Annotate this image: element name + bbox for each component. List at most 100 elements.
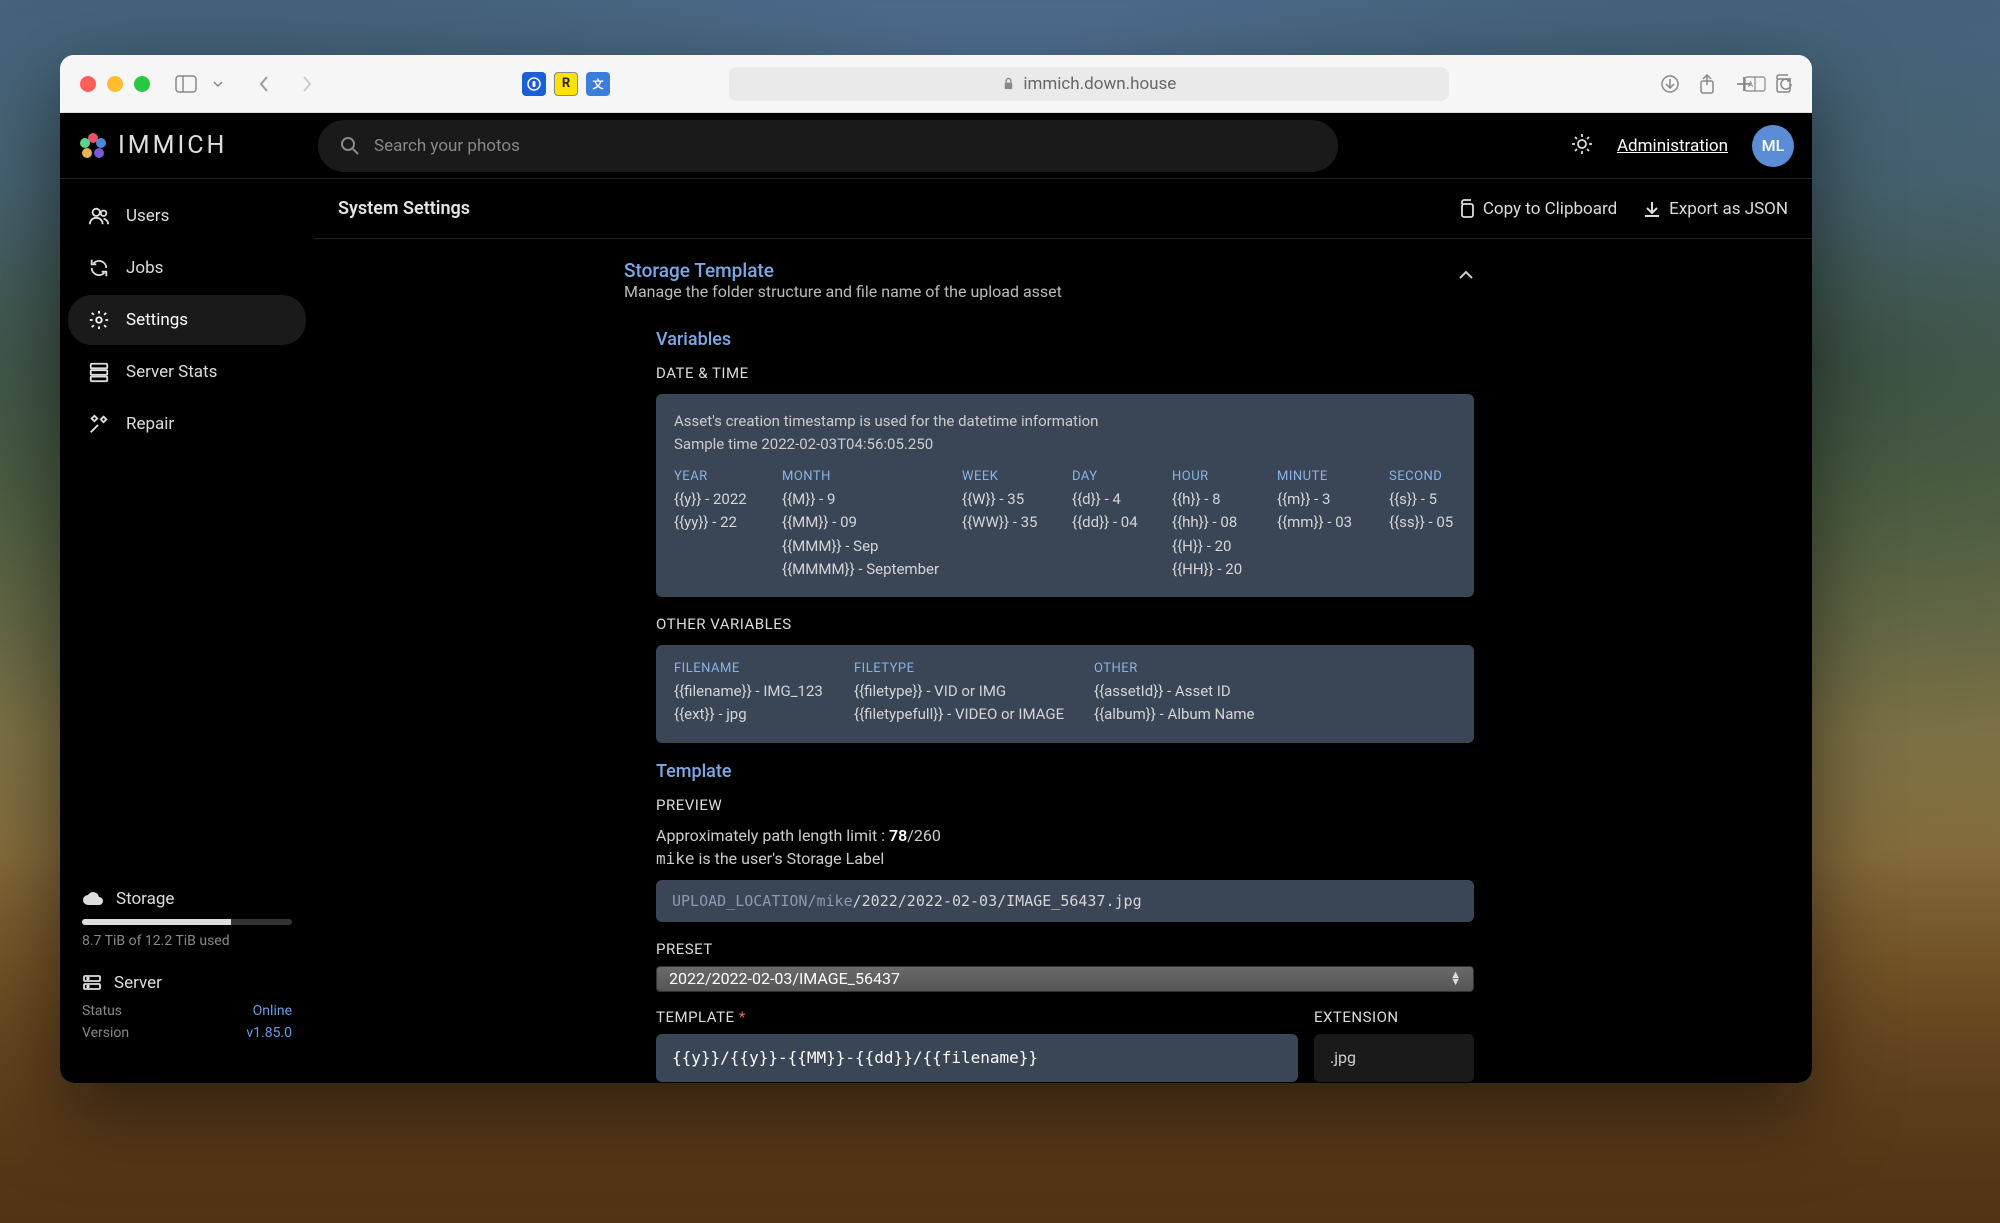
variable-example: {{filetype}} - VID or IMG	[854, 680, 1094, 703]
extension-label: EXTENSION	[1314, 1008, 1474, 1026]
variable-example: {{H}} - 20	[1172, 535, 1277, 558]
variable-column-header: OTHER	[1094, 661, 1314, 676]
date-time-variables-grid: YEAR{{y}} - 2022{{yy}} - 22MONTH{{M}} - …	[674, 469, 1456, 581]
browser-window: R 文 immich.down.house A	[60, 55, 1812, 1083]
storage-usage-text: 8.7 TiB of 12.2 TiB used	[82, 933, 292, 949]
svg-text:A: A	[1748, 80, 1754, 89]
export-json-button[interactable]: Export as JSON	[1643, 199, 1788, 219]
downloads-icon[interactable]	[1660, 74, 1680, 94]
extension-translate-icon[interactable]: 文	[586, 72, 610, 96]
storage-progress-fill	[82, 919, 231, 925]
variable-column-header: HOUR	[1172, 469, 1277, 484]
server-footer-icon	[82, 974, 102, 992]
app-logo[interactable]: IMMICH	[78, 131, 318, 161]
sidebar-item-server-stats[interactable]: Server Stats	[68, 347, 306, 397]
server-icon	[88, 361, 110, 383]
minimize-window-button[interactable]	[107, 76, 123, 92]
sidebar-item-settings[interactable]: Settings	[68, 295, 306, 345]
variable-column-header: FILENAME	[674, 661, 854, 676]
variable-column-header: SECOND	[1389, 469, 1479, 484]
page-title: System Settings	[338, 198, 470, 219]
variable-column-header: YEAR	[674, 469, 782, 484]
template-field-label: TEMPLATE *	[656, 1008, 1298, 1026]
copy-clipboard-button[interactable]: Copy to Clipboard	[1457, 199, 1617, 219]
variable-column-header: DAY	[1072, 469, 1172, 484]
variable-example: {{s}} - 5	[1389, 488, 1479, 511]
extension-display: .jpg	[1314, 1034, 1474, 1082]
preset-select[interactable]: 2022/2022-02-03/IMAGE_56437 ▲▼	[656, 966, 1474, 992]
export-label: Export as JSON	[1669, 199, 1788, 219]
variable-example: {{assetId}} - Asset ID	[1094, 680, 1314, 703]
search-placeholder: Search your photos	[374, 136, 520, 156]
preview-label: PREVIEW	[656, 796, 1474, 814]
storage-template-title: Storage Template	[624, 259, 1062, 282]
sidebar-item-jobs[interactable]: Jobs	[68, 243, 306, 293]
sidebar-item-label: Users	[126, 206, 169, 226]
logo-flower-icon	[78, 131, 108, 161]
server-title: Server	[114, 973, 162, 993]
copy-label: Copy to Clipboard	[1483, 199, 1617, 219]
search-input[interactable]: Search your photos	[318, 120, 1338, 172]
administration-link[interactable]: Administration	[1617, 136, 1728, 156]
template-input[interactable]	[656, 1034, 1298, 1082]
logo-text: IMMICH	[118, 131, 227, 160]
path-preview-box: UPLOAD_LOCATION/mike/2022/2022-02-03/IMA…	[656, 880, 1474, 922]
storage-template-desc: Manage the folder structure and file nam…	[624, 282, 1062, 301]
header-right: Administration ML	[1571, 125, 1794, 167]
close-window-button[interactable]	[80, 76, 96, 92]
template-title: Template	[656, 761, 1474, 782]
variable-example: {{d}} - 4	[1072, 488, 1172, 511]
theme-toggle-button[interactable]	[1571, 133, 1593, 159]
sidebar-item-users[interactable]: Users	[68, 191, 306, 241]
translate-page-icon[interactable]: A	[1744, 76, 1766, 92]
date-time-label: DATE & TIME	[656, 364, 1474, 382]
sidebar-item-label: Jobs	[126, 258, 163, 278]
path-limit-line: Approximately path length limit : 78/260	[656, 826, 1474, 845]
variable-example: {{MM}} - 09	[782, 511, 962, 534]
variable-column-header: FILETYPE	[854, 661, 1094, 676]
variable-example: {{MMMM}} - September	[782, 558, 962, 581]
preset-value: 2022/2022-02-03/IMAGE_56437	[669, 969, 900, 988]
window-controls	[80, 76, 150, 92]
status-value: Online	[253, 1003, 292, 1019]
date-time-box: Asset's creation timestamp is used for t…	[656, 394, 1474, 597]
variable-example: {{MMM}} - Sep	[782, 535, 962, 558]
extension-r-icon[interactable]: R	[554, 72, 578, 96]
sync-icon	[88, 257, 110, 279]
variable-example: {{ss}} - 05	[1389, 511, 1479, 534]
sun-icon	[1571, 133, 1593, 155]
app-header: IMMICH Search your photos Administration…	[60, 113, 1812, 179]
forward-button[interactable]	[293, 70, 321, 98]
user-label-line: mike is the user's Storage Label	[656, 849, 1474, 868]
extension-1password-icon[interactable]	[522, 72, 546, 96]
variable-example: {{mm}} - 03	[1277, 511, 1389, 534]
settings-scroll-area[interactable]: Storage Template Manage the folder struc…	[314, 239, 1812, 1083]
maximize-window-button[interactable]	[134, 76, 150, 92]
sidebar: Users Jobs Settings Server Stats	[60, 179, 314, 1083]
sidebar-item-repair[interactable]: Repair	[68, 399, 306, 449]
titlebar-dropdown-icon[interactable]	[204, 70, 232, 98]
back-button[interactable]	[250, 70, 278, 98]
search-icon	[340, 136, 360, 156]
other-vars-box: FILENAME{{filename}} - IMG_123{{ext}} - …	[656, 645, 1474, 743]
other-variables-grid: FILENAME{{filename}} - IMG_123{{ext}} - …	[674, 661, 1456, 727]
variable-example: {{h}} - 8	[1172, 488, 1277, 511]
share-icon[interactable]	[1698, 73, 1716, 95]
lock-icon	[1002, 77, 1015, 90]
preset-label: PRESET	[656, 940, 1474, 958]
variable-example: {{dd}} - 04	[1072, 511, 1172, 534]
sidebar-toggle-icon[interactable]	[172, 70, 200, 98]
other-vars-label: OTHER VARIABLES	[656, 615, 1474, 633]
app-container: IMMICH Search your photos Administration…	[60, 113, 1812, 1083]
extension-icons: R 文	[522, 72, 610, 96]
collapse-section-button[interactable]	[1458, 265, 1474, 284]
avatar[interactable]: ML	[1752, 125, 1794, 167]
variable-example: {{filetypefull}} - VIDEO or IMAGE	[854, 703, 1094, 726]
variable-column-header: WEEK	[962, 469, 1072, 484]
variable-example: {{y}} - 2022	[674, 488, 782, 511]
main-content: System Settings Copy to Clipboard Export…	[314, 179, 1812, 1083]
content-header: System Settings Copy to Clipboard Export…	[314, 179, 1812, 239]
storage-section: Storage 8.7 TiB of 12.2 TiB used	[82, 889, 292, 949]
url-bar[interactable]: immich.down.house A	[729, 67, 1449, 101]
reload-icon[interactable]	[1778, 76, 1794, 92]
